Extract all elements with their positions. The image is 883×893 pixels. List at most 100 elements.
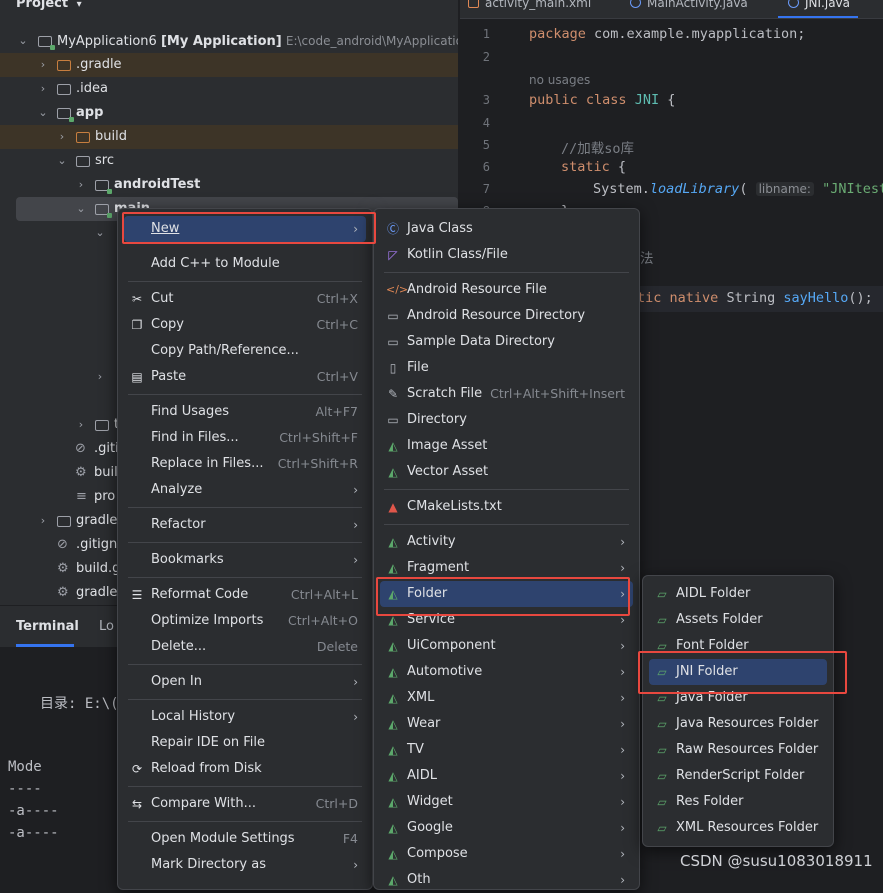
xml-file-icon (468, 0, 479, 8)
menu-item-res-folder[interactable]: ▱ Res Folder (649, 789, 827, 815)
menu-item-tv[interactable]: ◭ TV › (380, 737, 633, 763)
menu-item-jni-folder[interactable]: ▱ JNI Folder (649, 659, 827, 685)
chevron-right-icon: › (353, 518, 358, 532)
menu-item-fragment[interactable]: ◭ Fragment › (380, 555, 633, 581)
compare-icon: ⇆ (131, 797, 143, 811)
menu-item-raw-resources-folder[interactable]: ▱ Raw Resources Folder (649, 737, 827, 763)
tree-row-src[interactable]: ⌄ src (0, 149, 458, 173)
android-folder-icon: ▱ (657, 691, 667, 705)
project-panel-title[interactable]: Project ▾ (16, 0, 82, 16)
string-literal: "JNItest"); (822, 181, 883, 197)
gradle-icon: ⚙ (75, 465, 87, 480)
menu-item-local-history[interactable]: Local History › (124, 704, 366, 730)
menu-item-mark-directory[interactable]: Mark Directory as › (124, 852, 366, 878)
tree-row-build[interactable]: › build (0, 125, 458, 149)
menu-item-optimize-imports[interactable]: Optimize Imports Ctrl+Alt+O (124, 608, 366, 634)
menu-item-copy-path[interactable]: Copy Path/Reference... (124, 338, 366, 364)
java-class-icon (788, 0, 799, 8)
usages-label: no usages (529, 73, 591, 87)
tree-label: src (95, 153, 114, 168)
menu-item-uicomponent[interactable]: ◭ UiComponent › (380, 633, 633, 659)
tab-jni[interactable]: JNI.java (788, 0, 850, 10)
android-folder-icon: ▱ (657, 743, 667, 757)
menu-item-assets-folder[interactable]: ▱ Assets Folder (649, 607, 827, 633)
tree-row-androidtest[interactable]: › androidTest (0, 173, 458, 197)
menu-item-automotive[interactable]: ◭ Automotive › (380, 659, 633, 685)
tab-activity-main[interactable]: activity_main.xml (468, 0, 591, 10)
menu-item-find-usages[interactable]: Find Usages Alt+F7 (124, 399, 366, 425)
menu-item-android-resource-file[interactable]: </> Android Resource File (380, 277, 633, 303)
menu-item-label: Find Usages (151, 404, 230, 419)
menu-item-directory[interactable]: ▭ Directory (380, 407, 633, 433)
menu-item-new[interactable]: New › (124, 216, 366, 242)
menu-item-add-cpp[interactable]: Add C++ to Module (124, 251, 366, 277)
menu-item-java-class[interactable]: Ⓒ Java Class (380, 216, 633, 242)
menu-item-service[interactable]: ◭ Service › (380, 607, 633, 633)
menu-item-reformat[interactable]: ☰ Reformat Code Ctrl+Alt+L (124, 582, 366, 608)
menu-item-android-resource-dir[interactable]: ▭ Android Resource Directory (380, 303, 633, 329)
menu-item-cut[interactable]: ✂ Cut Ctrl+X (124, 286, 366, 312)
menu-separator (128, 542, 362, 543)
menu-item-find-in-files[interactable]: Find in Files... Ctrl+Shift+F (124, 425, 366, 451)
xml-icon: </> (386, 283, 409, 296)
menu-item-scratch-file[interactable]: ✎ Scratch File Ctrl+Alt+Shift+Insert (380, 381, 633, 407)
menu-item-label: Sample Data Directory (407, 334, 555, 349)
menu-item-java-resources-folder[interactable]: ▱ Java Resources Folder (649, 711, 827, 737)
menu-item-xml[interactable]: ◭ XML › (380, 685, 633, 711)
menu-item-google[interactable]: ◭ Google › (380, 815, 633, 841)
menu-item-delete[interactable]: Delete... Delete (124, 634, 366, 660)
tab-mainactivity[interactable]: MainActivity.java (630, 0, 748, 10)
menu-item-refactor[interactable]: Refactor › (124, 512, 366, 538)
tree-label: buil (94, 465, 118, 480)
tree-row-app[interactable]: ⌄ app (0, 101, 458, 125)
menu-item-xml-resources-folder[interactable]: ▱ XML Resources Folder (649, 815, 827, 841)
chevron-right-icon: › (353, 222, 358, 236)
menu-item-paste[interactable]: ▤ Paste Ctrl+V (124, 364, 366, 390)
menu-item-analyze[interactable]: Analyze › (124, 477, 366, 503)
line-number: 7 (482, 182, 490, 196)
menu-item-cmakelists[interactable]: ▲ CMakeLists.txt (380, 494, 633, 520)
menu-item-renderscript-folder[interactable]: ▱ RenderScript Folder (649, 763, 827, 789)
tree-row-root[interactable]: ⌄ MyApplication6 [My Application] E:\cod… (0, 29, 458, 53)
menu-item-sample-data-dir[interactable]: ▭ Sample Data Directory (380, 329, 633, 355)
menu-item-other[interactable]: ◭ Oth › (380, 867, 633, 893)
menu-item-repair-ide[interactable]: Repair IDE on File (124, 730, 366, 756)
paren: ( (739, 181, 748, 197)
tab-log[interactable]: Lo (99, 619, 114, 634)
menu-item-reload[interactable]: ⟳ Reload from Disk (124, 756, 366, 782)
menu-item-wear[interactable]: ◭ Wear › (380, 711, 633, 737)
menu-item-aidl-folder[interactable]: ▱ AIDL Folder (649, 581, 827, 607)
folder-icon (95, 420, 109, 431)
menu-item-label: CMakeLists.txt (407, 499, 502, 514)
menu-item-folder[interactable]: ◭ Folder › (380, 581, 633, 607)
tree-row-idea[interactable]: › .idea (0, 77, 458, 101)
folder-icon: ▭ (387, 335, 399, 349)
menu-item-kotlin[interactable]: ◸ Kotlin Class/File (380, 242, 633, 268)
tab-terminal[interactable]: Terminal (16, 619, 79, 634)
menu-item-copy[interactable]: ❐ Copy Ctrl+C (124, 312, 366, 338)
menu-item-compare-with[interactable]: ⇆ Compare With... Ctrl+D (124, 791, 366, 817)
menu-item-font-folder[interactable]: ▱ Font Folder (649, 633, 827, 659)
folder-icon: ▭ (387, 413, 399, 427)
folder-icon: ▭ (387, 309, 399, 323)
menu-separator (128, 786, 362, 787)
menu-item-bookmarks[interactable]: Bookmarks › (124, 547, 366, 573)
menu-item-aidl[interactable]: ◭ AIDL › (380, 763, 633, 789)
module-folder-icon (57, 108, 74, 122)
menu-item-compose[interactable]: ◭ Compose › (380, 841, 633, 867)
tree-row-gradle[interactable]: › .gradle (0, 53, 458, 77)
chevron-right-icon: › (40, 58, 46, 71)
menu-item-image-asset[interactable]: ◭ Image Asset (380, 433, 633, 459)
usages-hint[interactable]: no usages (529, 72, 590, 88)
menu-item-file[interactable]: ▯ File (380, 355, 633, 381)
menu-item-module-settings[interactable]: Open Module Settings F4 (124, 826, 366, 852)
menu-item-replace-in-files[interactable]: Replace in Files... Ctrl+Shift+R (124, 451, 366, 477)
menu-item-java-folder[interactable]: ▱ Java Folder (649, 685, 827, 711)
android-icon: ◭ (388, 535, 398, 549)
menu-item-widget[interactable]: ◭ Widget › (380, 789, 633, 815)
chevron-right-icon: › (40, 514, 46, 527)
menu-item-open-in[interactable]: Open In › (124, 669, 366, 695)
menu-item-activity[interactable]: ◭ Activity › (380, 529, 633, 555)
type-name: String (726, 290, 776, 306)
menu-item-vector-asset[interactable]: ◭ Vector Asset (380, 459, 633, 485)
